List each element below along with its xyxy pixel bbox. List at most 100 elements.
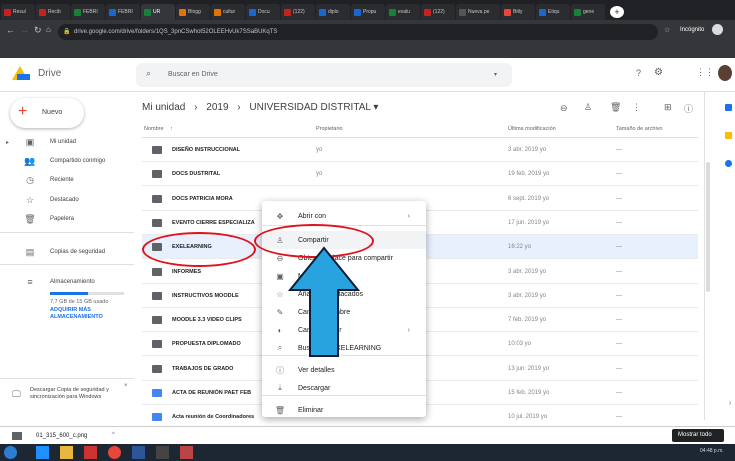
file-row[interactable]: DISEÑO INSTRUCCIONAL yo 3 abr. 2019 yo — (142, 138, 698, 162)
chevron-down-icon[interactable]: ▾ (373, 102, 378, 113)
browser-tab[interactable]: (122) (421, 4, 455, 20)
sidebar-item-backups[interactable]: ▤ Copias de seguridad (0, 244, 134, 260)
buy-storage-link[interactable]: ADQUIRIR MÁS ALMACENAMIENTO (50, 307, 130, 321)
file-modified: 3 abr. 2019 yo (508, 147, 547, 153)
plus-icon: + (18, 103, 28, 120)
more-vert-icon[interactable]: ⋮ (632, 102, 641, 113)
close-icon[interactable]: × (124, 383, 128, 389)
sidebar-item-label: Almacenamiento (50, 279, 95, 285)
keep-icon[interactable] (725, 132, 732, 139)
search-icon[interactable]: ⌕ (146, 68, 151, 79)
help-icon[interactable]: ? (636, 68, 641, 78)
sidebar-item-starred[interactable]: ☆ Destacado (0, 192, 134, 208)
browser-tab[interactable]: Recib (36, 4, 70, 20)
pdf-icon[interactable] (84, 446, 97, 459)
sidebar-item-recent[interactable]: ◷ Reciente (0, 172, 134, 188)
menu-divider (262, 395, 426, 396)
browser-tab[interactable]: UR (141, 4, 175, 20)
search-box[interactable]: ⌕ Buscar en Drive ▾ (136, 63, 512, 87)
computer-icon: 🖵 (12, 389, 21, 399)
apps-grid-icon[interactable]: ⋮⋮ (696, 67, 714, 78)
chrome-icon[interactable] (108, 446, 121, 459)
bookmark-star-icon[interactable]: ☆ (664, 26, 670, 34)
storage-bar (50, 292, 124, 295)
annotation-ellipse (142, 232, 256, 267)
browser-tab[interactable]: FEBRI (71, 4, 105, 20)
url-text: drive.google.com/drive/folders/1QS_3pnCS… (74, 29, 278, 35)
sidebar-item-shared[interactable]: 👥 Compartido conmigo (0, 153, 134, 169)
url-field[interactable]: 🔒 drive.google.com/drive/folders/1QS_3pn… (58, 24, 658, 40)
word-icon[interactable] (132, 446, 145, 459)
backup-promo[interactable]: 🖵 Descargar Copia de seguridad y sincron… (0, 378, 134, 416)
app-icon[interactable] (156, 446, 169, 459)
browser-tab[interactable]: evalu (386, 4, 420, 20)
tab-favicon-icon (354, 8, 361, 16)
file-size: — (616, 244, 622, 251)
folder-icon (152, 364, 162, 373)
home-icon[interactable]: ⌂ (46, 25, 51, 34)
file-name: DOCS DUSTRITAL (172, 171, 221, 178)
sidebar-item-label: Papelera (50, 216, 75, 222)
start-icon[interactable] (4, 446, 17, 459)
browser-tab[interactable]: Docu (246, 4, 280, 20)
browser-tab[interactable]: Etiqu (536, 4, 570, 20)
browser-tab[interactable]: Nueva pe (456, 4, 500, 20)
chevron-right-icon[interactable]: › (729, 400, 731, 407)
menu-item[interactable]: ✥ Abrir con › (262, 207, 426, 225)
browser-tab[interactable]: Bitly (501, 4, 535, 20)
col-name[interactable]: Nombre (144, 126, 164, 132)
trash-icon[interactable]: 🗑 (610, 102, 621, 113)
forward-icon[interactable]: → (20, 25, 29, 35)
ie-icon[interactable] (36, 446, 49, 459)
avatar[interactable] (718, 65, 732, 81)
file-row[interactable]: DOCS DUSTRITAL yo 19 feb. 2019 yo — (142, 162, 698, 187)
file-size: — (616, 292, 622, 299)
incognito-icon[interactable] (712, 24, 723, 35)
breadcrumb-item[interactable]: Mi unidad (142, 102, 185, 113)
sort-arrow-icon[interactable]: ↑ (170, 126, 173, 132)
reload-icon[interactable]: ↻ (34, 25, 42, 36)
menu-item[interactable]: 🗑 Eliminar (262, 401, 426, 419)
file-modified: 7 feb. 2019 yo (508, 317, 547, 324)
browser-tab[interactable]: cultur (211, 4, 245, 20)
breadcrumb-item[interactable]: UNIVERSIDAD DISTRITAL (249, 102, 370, 113)
add-person-icon[interactable]: ♙ (584, 102, 592, 113)
storage-icon: ≡ (27, 277, 33, 287)
settings-gear-icon[interactable]: ⚙ (654, 67, 663, 78)
tab-label: Propu (363, 9, 377, 15)
annotation-arrow-icon (288, 246, 360, 357)
browser-tab[interactable]: (122) (281, 4, 315, 20)
tasks-icon[interactable] (725, 160, 732, 167)
menu-item[interactable]: ⓘ Ver detalles (262, 361, 426, 379)
file-modified: 15 feb. 2019 yo (508, 390, 550, 396)
back-icon[interactable]: ← (6, 25, 15, 35)
sidebar-item-storage[interactable]: ≡ Almacenamiento (0, 274, 134, 290)
browser-tab[interactable]: FEBRI (106, 4, 140, 20)
browser-tab[interactable]: gene (571, 4, 605, 20)
breadcrumb-item[interactable]: 2019 (206, 102, 228, 113)
file-name: ACTA DE REUNIÓN PAET FEB (172, 390, 252, 396)
info-icon[interactable]: ⓘ (684, 102, 693, 115)
search-input[interactable]: Buscar en Drive (168, 71, 218, 78)
paint-icon[interactable] (180, 446, 193, 459)
expand-arrow-icon[interactable]: ▸ (6, 139, 9, 146)
download-file-name[interactable]: 01_315_600_c.png (36, 433, 87, 439)
search-options-icon[interactable]: ▾ (494, 71, 497, 78)
browser-tab[interactable]: Blogg (176, 4, 210, 20)
explorer-icon[interactable] (60, 446, 73, 459)
new-tab-button[interactable]: + (610, 6, 624, 18)
file-size: — (616, 219, 622, 226)
sidebar-item-trash[interactable]: 🗑 Papelera (0, 211, 134, 227)
col-modified: Última modificación (508, 126, 556, 132)
browser-tab[interactable]: Propu (351, 4, 385, 20)
browser-tab[interactable]: Resul (1, 4, 35, 20)
new-button[interactable]: + Nuevo (10, 98, 84, 128)
chevron-up-icon[interactable]: ^ (112, 432, 115, 438)
browser-tab[interactable]: diplo (316, 4, 350, 20)
calendar-icon[interactable] (725, 104, 732, 111)
sidebar-item-my-drive[interactable]: ▸ ▣ Mi unidad (0, 134, 134, 150)
sidebar-item-label: Reciente (50, 177, 74, 183)
grid-view-icon[interactable]: ⊞ (664, 102, 672, 113)
link-icon[interactable]: ⊖ (560, 103, 568, 114)
show-all-button[interactable]: Mostrar todo (672, 429, 724, 442)
